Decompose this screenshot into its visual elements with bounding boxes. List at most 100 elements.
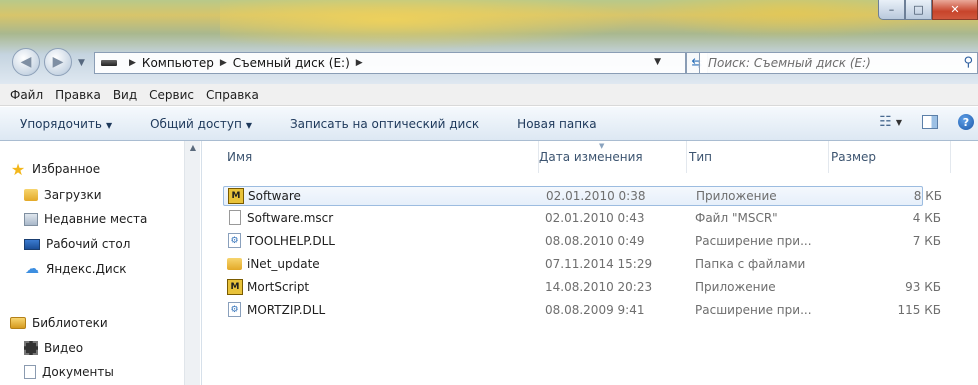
folder-icon	[227, 258, 242, 270]
cloud-icon: ☁	[25, 261, 39, 277]
column-name-label: Имя	[227, 150, 253, 164]
back-button[interactable]: ◀	[12, 48, 40, 76]
close-button[interactable]: ✕	[932, 0, 978, 20]
menu-edit[interactable]: Правка	[55, 88, 101, 102]
burn-button[interactable]: Записать на оптический диск	[290, 117, 479, 131]
file-name: MortScript	[247, 280, 310, 294]
scroll-up-icon[interactable]: ▲	[185, 143, 201, 157]
nav-video[interactable]: Видео	[24, 341, 83, 355]
help-icon[interactable]: ?	[958, 114, 974, 130]
libraries-icon	[10, 317, 26, 329]
minimize-button[interactable]: –	[878, 0, 905, 20]
address-bar[interactable]: ▶ Компьютер ▶ Съемный диск (E:) ▶ ▼	[94, 52, 686, 74]
file-date: 14.08.2010 20:23	[545, 280, 653, 294]
recent-places-icon	[24, 212, 38, 226]
view-dropdown[interactable]: ▼	[896, 118, 902, 127]
nav-libraries[interactable]: Библиотеки	[10, 316, 108, 330]
nav-scrollbar[interactable]: ▲	[184, 141, 200, 385]
file-row[interactable]: Software.mscr 02.01.2010 0:43 Файл "MSCR" 4…	[223, 209, 941, 229]
nav-favorites-label: Избранное	[32, 162, 101, 176]
navigation-row: ◀ ▶ ▼ ▶ Компьютер ▶ Съемный диск (E:) ▶ …	[0, 44, 978, 78]
mortscript-app-icon: M	[228, 188, 244, 204]
mortscript-app-icon: M	[227, 279, 243, 295]
chevron-down-icon: ▼	[78, 58, 85, 68]
file-row[interactable]: M Software 02.01.2010 0:38 Приложение 8 КБ	[223, 186, 942, 206]
nav-video-label: Видео	[44, 341, 84, 355]
recent-pages-dropdown[interactable]: ▼	[78, 58, 85, 68]
file-row[interactable]: ⚙ TOOLHELP.DLL 08.08.2010 0:49 Расширение п…	[223, 232, 941, 252]
dll-icon: ⚙	[228, 233, 241, 248]
column-header-size[interactable]: Размер	[831, 141, 951, 173]
file-date: 08.08.2010 0:49	[545, 234, 645, 248]
breadcrumb-computer[interactable]: Компьютер	[142, 56, 214, 70]
nav-desktop[interactable]: Рабочий стол	[24, 237, 130, 251]
star-icon: ★	[10, 159, 26, 179]
column-date-label: Дата изменения	[539, 150, 643, 164]
video-icon	[24, 341, 38, 355]
column-header-name[interactable]: Имя	[227, 141, 539, 173]
chevron-right-icon[interactable]: ▶	[129, 58, 136, 68]
share-button[interactable]: Общий доступ ▼	[150, 117, 252, 131]
file-row[interactable]: M MortScript 14.08.2010 20:23 Приложение 93 …	[223, 278, 941, 298]
nav-recent-places[interactable]: Недавние места	[24, 212, 147, 226]
nav-yandex-label: Яндекс.Диск	[46, 262, 127, 276]
nav-documents[interactable]: Документы	[24, 365, 114, 379]
drive-icon	[101, 60, 117, 66]
arrow-left-icon: ◀	[20, 54, 32, 70]
folder-icon	[24, 189, 38, 201]
column-header-type[interactable]: Тип	[689, 141, 829, 173]
file-type: Приложение	[696, 189, 777, 203]
chevron-right-icon[interactable]: ▶	[220, 58, 227, 68]
share-label: Общий доступ	[150, 116, 242, 131]
document-icon	[24, 365, 36, 379]
view-controls: ☷ ▼ ?	[879, 114, 978, 130]
column-type-label: Тип	[689, 150, 712, 164]
preview-pane-icon[interactable]	[922, 115, 938, 129]
file-size: 4 КБ	[912, 211, 941, 225]
nav-yandex-disk[interactable]: ☁ Яндекс.Диск	[24, 261, 127, 277]
desktop-icon	[24, 238, 40, 250]
new-folder-button[interactable]: Новая папка	[517, 117, 596, 131]
sort-indicator-icon: ▼	[599, 142, 605, 150]
dll-icon: ⚙	[228, 302, 241, 317]
nav-documents-label: Документы	[42, 365, 114, 379]
menu-view[interactable]: Вид	[113, 88, 137, 102]
file-name: TOOLHELP.DLL	[247, 234, 335, 248]
view-list-icon[interactable]: ☷	[879, 114, 892, 130]
command-bar: Упорядочить ▼ Общий доступ ▼ Записать на о…	[0, 107, 978, 141]
breadcrumb-removable-disk[interactable]: Съемный диск (E:)	[233, 56, 350, 70]
nav-favorites[interactable]: ★ Избранное	[10, 159, 101, 179]
file-date: 08.08.2009 9:41	[545, 303, 645, 317]
nav-desktop-label: Рабочий стол	[46, 237, 131, 251]
file-list: Имя ▼ Дата изменения Тип Размер M Softwar…	[203, 141, 978, 385]
chevron-down-icon: ▼	[245, 120, 252, 130]
file-size: 115 КБ	[897, 303, 941, 317]
chevron-down-icon: ▼	[105, 120, 113, 130]
file-row[interactable]: iNet_update 07.11.2014 15:29 Папка с файла…	[223, 255, 923, 275]
nav-downloads[interactable]: Загрузки	[24, 188, 102, 202]
organize-button[interactable]: Упорядочить ▼	[20, 117, 112, 131]
menu-tools[interactable]: Сервис	[149, 88, 194, 102]
search-input[interactable]: Поиск: Съемный диск (E:) ⚲	[699, 52, 978, 74]
forward-button[interactable]: ▶	[44, 48, 72, 76]
file-size: 93 КБ	[905, 280, 941, 294]
chevron-right-icon[interactable]: ▶	[356, 58, 363, 68]
search-icon[interactable]: ⚲	[963, 55, 973, 70]
file-size: 8 КБ	[913, 189, 942, 203]
menu-help[interactable]: Справка	[206, 88, 259, 102]
address-history-dropdown[interactable]: ▼	[654, 57, 661, 67]
file-row[interactable]: ⚙ MORTZIP.DLL 08.08.2009 9:41 Расширение пр…	[223, 301, 941, 321]
column-header-date[interactable]: ▼ Дата изменения	[539, 141, 687, 173]
navigation-pane: ★ Избранное Загрузки Недавние места Рабоч…	[0, 141, 202, 385]
file-name: Software	[248, 189, 301, 203]
file-size: 7 КБ	[912, 234, 941, 248]
file-type: Папка с файлами	[695, 257, 806, 271]
nav-downloads-label: Загрузки	[44, 188, 102, 202]
file-date: 02.01.2010 0:43	[545, 211, 645, 225]
menu-file[interactable]: Файл	[10, 88, 43, 102]
window-controls: – □ ✕	[878, 0, 978, 22]
title-bar: – □ ✕ ◀ ▶ ▼ ▶ Компьютер ▶ Съемный диск (…	[0, 0, 978, 84]
maximize-button[interactable]: □	[905, 0, 932, 20]
organize-label: Упорядочить	[20, 116, 102, 131]
file-name: Software.mscr	[247, 211, 334, 225]
